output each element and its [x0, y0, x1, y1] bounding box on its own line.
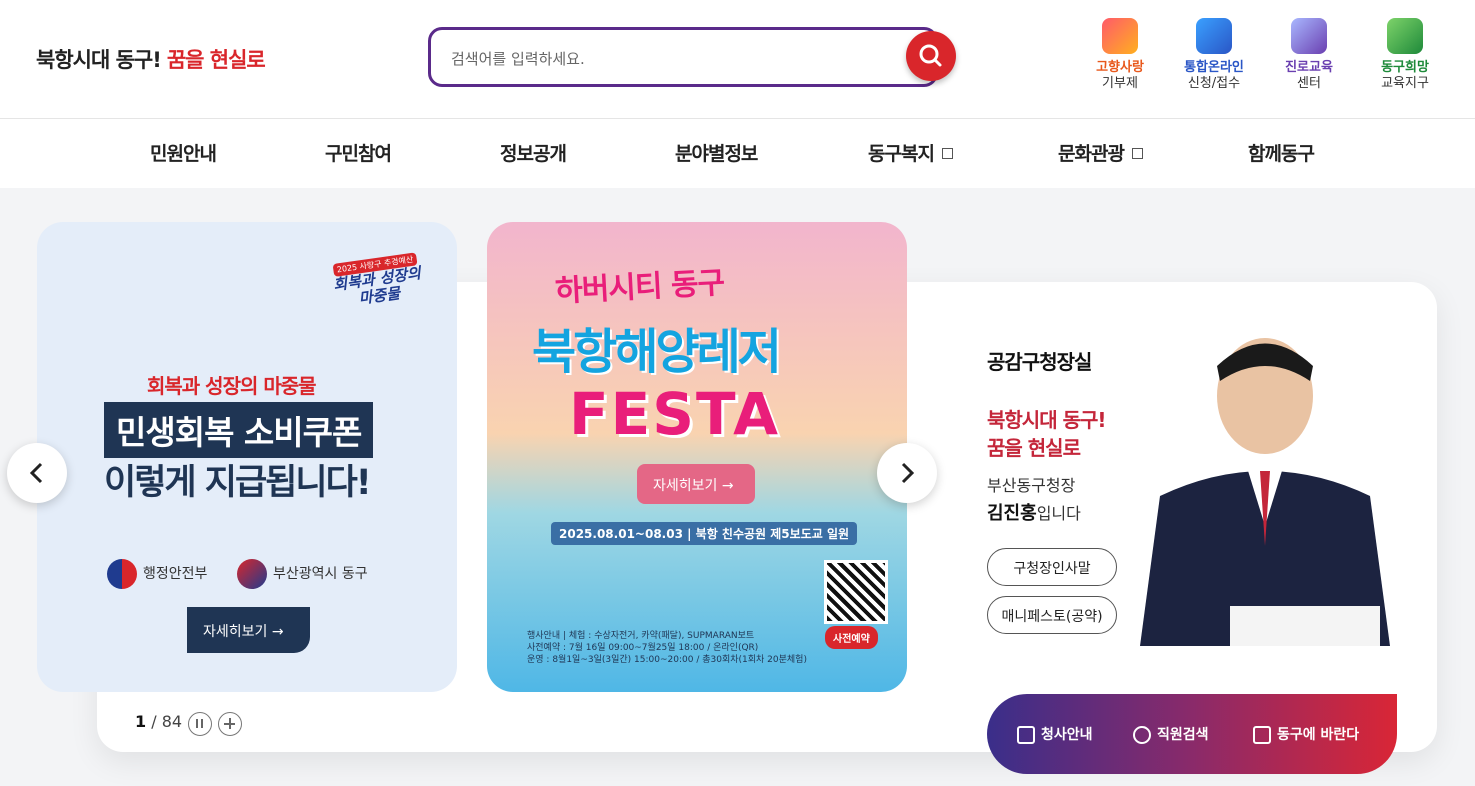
pager-current: 1: [135, 712, 147, 731]
slide-headline-2: 이렇게 지급됩니다!: [104, 463, 372, 503]
office-guide-link[interactable]: 청사안내: [1017, 724, 1093, 744]
festa-date: 2025.08.01~08.03 | 북항 친수공원 제5보도교 일원: [551, 522, 858, 545]
org1-label: 행정안전부: [143, 566, 208, 582]
search-input[interactable]: 검색어를 입력하세요.: [428, 27, 938, 87]
chevron-right-icon: [901, 462, 915, 484]
building-icon: [1017, 726, 1035, 744]
plus-icon: [224, 718, 235, 729]
quicklink-title: 고향사랑: [1096, 60, 1144, 75]
slide-prev-button[interactable]: [7, 443, 67, 503]
logo-slogan-b: 꿈을 현실로: [166, 48, 266, 72]
festa-info-2: 사전예약 : 7월 16일 09:00~7월25일 18:00 / 온라인(QR…: [527, 643, 759, 653]
quicklink-sub: 센터: [1297, 76, 1321, 91]
quicklink-hope-education[interactable]: 동구희망 교육지구: [1365, 18, 1445, 92]
festa-title-3: FESTA: [569, 380, 780, 448]
org2-label: 부산광역시 동구: [273, 566, 368, 582]
slide-more-button[interactable]: 자세히보기 →: [187, 607, 310, 653]
nav-info-disclosure[interactable]: 정보공개: [500, 139, 567, 166]
nav-welfare[interactable]: 동구복지: [868, 139, 953, 166]
logo-slogan-a: 북항시대 동구!: [36, 48, 162, 72]
donggu-s-icon: [237, 559, 267, 589]
mail-icon: [1253, 726, 1271, 744]
slide-festa[interactable]: 하버시티 동구 북항해양레저 FESTA 자세히보기 → 2025.08.01~…: [487, 222, 907, 692]
staff-search-link[interactable]: 직원검색: [1133, 724, 1209, 744]
festa-title-2: 북항해양레저: [532, 324, 782, 380]
nav-culture-label: 문화관광: [1058, 143, 1125, 165]
laptop-icon: [1196, 18, 1232, 54]
donggu-logo: 부산광역시 동구: [237, 559, 368, 589]
pause-button[interactable]: [188, 712, 212, 736]
mois-logo: 행정안전부: [107, 559, 207, 589]
mayor-intro: 부산동구청장 김진홍입니다: [987, 472, 1081, 528]
quicklink-title: 통합온라인: [1184, 60, 1244, 75]
slide-subtitle: 회복과 성장의 마중물: [147, 374, 317, 398]
slide-pager: 1 / 84: [135, 712, 183, 731]
people-icon: [1133, 726, 1151, 744]
manifesto-button[interactable]: 매니페스토(공약): [987, 596, 1117, 634]
suggestion-link[interactable]: 동구에 바란다: [1253, 724, 1359, 744]
taegeuk-icon: [107, 559, 137, 589]
main-visual: 2025 사랑구 추경예산 회복과 성장의 마중물 회복과 성장의 마중물 민생…: [0, 188, 1475, 786]
quicklink-sub: 신청/접수: [1187, 76, 1241, 91]
mayor-greeting-button[interactable]: 구청장인사말: [987, 548, 1117, 586]
site-logo[interactable]: 북항시대 동구! 꿈을 현실로: [36, 44, 266, 74]
mayor-slogan: 북항시대 동구! 꿈을 현실로: [987, 406, 1106, 462]
search-button[interactable]: [906, 31, 956, 81]
heart-coin-icon: [1102, 18, 1138, 54]
nav-culture-tourism[interactable]: 문화관광: [1058, 139, 1143, 166]
slide-coupon[interactable]: 2025 사랑구 추경예산 회복과 성장의 마중물 회복과 성장의 마중물 민생…: [37, 222, 457, 692]
pager-total: 84: [161, 712, 183, 731]
more-label: 자세히보기: [653, 478, 718, 494]
quicklink-title: 진로교육: [1285, 60, 1333, 75]
slide-next-button[interactable]: [877, 443, 937, 503]
quicklink-sub: 교육지구: [1381, 76, 1429, 91]
quicklink-sub: 기부제: [1102, 76, 1138, 91]
mayor-slogan-1: 북항시대 동구!: [987, 408, 1106, 432]
office-guide-label: 청사안내: [1041, 727, 1093, 743]
mayor-section-title: 공감구청장실: [987, 350, 1092, 374]
site-header: 북항시대 동구! 꿈을 현실로 검색어를 입력하세요. 고향사랑 기부제 통합온라…: [0, 0, 1475, 118]
mayor-slogan-2: 꿈을 현실로: [987, 436, 1081, 460]
monitor-chat-icon: [1291, 18, 1327, 54]
more-label: 자세히보기: [203, 624, 268, 640]
mayor-suffix: 입니다: [1036, 504, 1081, 523]
qr-code-icon: [824, 560, 888, 624]
staff-search-label: 직원검색: [1157, 727, 1209, 743]
more-slides-button[interactable]: [218, 712, 242, 736]
mayor-name: 김진홍: [987, 503, 1037, 524]
mayor-position: 부산동구청장: [987, 476, 1076, 495]
search-placeholder: 검색어를 입력하세요.: [451, 50, 585, 68]
festa-title-1: 하버시티 동구: [554, 265, 726, 310]
mayor-photo: [1140, 338, 1390, 646]
search-icon: [919, 44, 942, 67]
nav-together[interactable]: 함께동구: [1248, 139, 1315, 166]
nav-participation[interactable]: 구민참여: [325, 139, 392, 166]
quicklink-title: 동구희망: [1381, 60, 1429, 75]
arrow-right-icon: →: [271, 624, 284, 640]
slide-badge: 2025 사랑구 추경예산 회복과 성장의 마중물: [324, 245, 430, 311]
arrow-right-icon: →: [721, 478, 734, 494]
suggestion-label: 동구에 바란다: [1277, 727, 1360, 743]
quick-service-bar: 청사안내 직원검색 동구에 바란다: [987, 694, 1397, 774]
reserve-badge: 사전예약: [825, 626, 878, 649]
festa-info: 행사안내 | 체험 : 수상자전거, 카약(패달), SUPMARAN보트 사전…: [527, 630, 807, 666]
main-navigation: 민원안내 구민참여 정보공개 분야별정보 동구복지 문화관광 함께동구: [0, 118, 1475, 188]
book-medal-icon: [1387, 18, 1423, 54]
festa-info-3: 운영 : 8월1일~3일(3일간) 15:00~20:00 / 총30회차(1회…: [527, 655, 807, 665]
nav-field-info[interactable]: 분야별정보: [675, 139, 758, 166]
external-link-icon: [1131, 148, 1143, 159]
external-link-icon: [941, 148, 953, 159]
chevron-left-icon: [29, 462, 43, 484]
quicklink-hometown-donation[interactable]: 고향사랑 기부제: [1080, 18, 1160, 92]
slide-headline-1: 민생회복 소비쿠폰: [104, 402, 374, 458]
nav-welfare-label: 동구복지: [868, 143, 935, 165]
pause-icon: [196, 719, 203, 728]
nav-civil-service[interactable]: 민원안내: [150, 139, 217, 166]
festa-info-1: 행사안내 | 체험 : 수상자전거, 카약(패달), SUPMARAN보트: [527, 631, 755, 641]
slide-more-button[interactable]: 자세히보기 →: [637, 464, 755, 504]
quicklink-online-application[interactable]: 통합온라인 신청/접수: [1174, 18, 1254, 92]
quicklink-career-education[interactable]: 진로교육 센터: [1269, 18, 1349, 92]
